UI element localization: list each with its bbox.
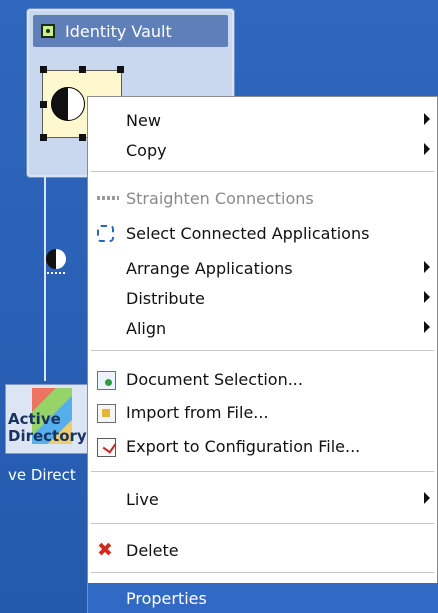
context-menu: New Copy Straighten Connections Select C… — [87, 96, 438, 613]
menu-item-label: New — [126, 111, 161, 130]
export-config-icon — [97, 438, 116, 457]
selection-handle-bottom-left[interactable] — [40, 134, 47, 141]
document-selection-icon — [97, 371, 116, 390]
vault-icon — [41, 24, 55, 38]
straighten-icon — [97, 196, 119, 200]
identity-vault-title: Identity Vault — [65, 22, 172, 41]
menu-separator — [91, 471, 434, 472]
menu-item-label: Arrange Applications — [126, 259, 293, 278]
connector-dotted-line — [47, 272, 65, 274]
connector-yin-yang-icon[interactable] — [46, 249, 66, 269]
selection-handle-top-middle[interactable] — [79, 66, 86, 73]
active-directory-node[interactable]: Active Directory — [5, 384, 89, 454]
menu-item-label: Export to Configuration File... — [126, 437, 361, 456]
menu-separator — [91, 171, 434, 172]
identity-vault-header: Identity Vault — [33, 15, 228, 47]
delete-icon: ✖ — [97, 539, 113, 561]
selection-handle-top-right[interactable] — [117, 66, 124, 73]
menu-item-label: Straighten Connections — [126, 189, 314, 208]
menu-item-new[interactable]: New — [88, 105, 438, 135]
submenu-arrow-icon — [424, 113, 430, 125]
menu-item-label: Delete — [126, 541, 179, 560]
submenu-arrow-icon — [424, 321, 430, 333]
menu-item-label: Align — [126, 319, 167, 338]
menu-item-label: Properties — [126, 589, 207, 608]
menu-item-delete[interactable]: ✖ Delete — [88, 535, 438, 565]
menu-item-distribute[interactable]: Distribute — [88, 283, 438, 313]
menu-item-import-from-file[interactable]: Import from File... — [88, 397, 438, 427]
menu-item-export-configuration-file[interactable]: Export to Configuration File... — [88, 431, 438, 461]
menu-item-label: Copy — [126, 141, 167, 160]
menu-item-align[interactable]: Align — [88, 313, 438, 343]
selection-handle-top-left[interactable] — [40, 66, 47, 73]
selection-handle-left-middle[interactable] — [40, 101, 47, 108]
connection-line — [44, 176, 46, 381]
import-file-icon — [97, 404, 116, 423]
menu-item-live[interactable]: Live — [88, 484, 438, 514]
menu-item-label: Document Selection... — [126, 370, 303, 389]
menu-item-select-connected-applications[interactable]: Select Connected Applications — [88, 218, 438, 248]
submenu-arrow-icon — [424, 492, 430, 504]
select-icon — [97, 225, 114, 242]
menu-separator — [91, 523, 434, 524]
menu-item-straighten-connections[interactable]: Straighten Connections — [88, 183, 438, 213]
menu-separator — [91, 350, 434, 351]
active-directory-box-label: Active Directory — [8, 410, 87, 445]
selection-handle-bottom-middle[interactable] — [79, 134, 86, 141]
menu-item-label: Live — [126, 490, 159, 509]
menu-item-document-selection[interactable]: Document Selection... — [88, 364, 438, 394]
active-directory-caption: ve Direct — [8, 466, 76, 484]
submenu-arrow-icon — [424, 261, 430, 273]
menu-item-label: Import from File... — [126, 403, 269, 422]
submenu-arrow-icon — [424, 143, 430, 155]
menu-item-properties[interactable]: Properties — [88, 583, 438, 613]
yin-yang-icon — [51, 87, 85, 121]
menu-item-label: Select Connected Applications — [126, 224, 370, 243]
submenu-arrow-icon — [424, 291, 430, 303]
menu-item-arrange-applications[interactable]: Arrange Applications — [88, 253, 438, 283]
menu-item-copy[interactable]: Copy — [88, 135, 438, 165]
menu-item-label: Distribute — [126, 289, 205, 308]
menu-separator — [91, 572, 434, 573]
